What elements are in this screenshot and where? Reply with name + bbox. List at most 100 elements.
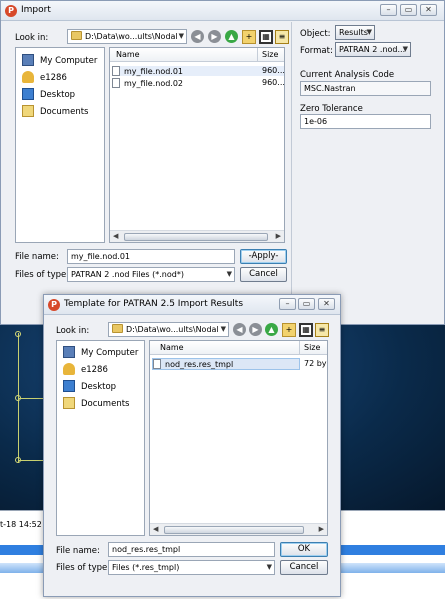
files-of-type-value: PATRAN 2 .nod Files (*.nod*) — [71, 270, 184, 279]
file-name-label: File name: — [56, 546, 100, 556]
chevron-down-icon: ▼ — [220, 325, 226, 333]
up-folder-icon[interactable]: ▲ — [265, 323, 278, 336]
new-folder-icon[interactable]: + — [282, 323, 296, 337]
apply-button[interactable]: -Apply- — [240, 249, 287, 264]
scrollbar-thumb[interactable] — [164, 526, 304, 534]
new-folder-icon[interactable]: + — [242, 30, 256, 44]
file-row[interactable]: nod_res.res_tmpl — [152, 358, 300, 370]
import-title: Import — [21, 5, 51, 15]
files-of-type-label: Files of type: — [15, 270, 70, 280]
file-list[interactable]: Name Size nod_res.res_tmpl 72 by ◀ ▶ — [149, 340, 328, 536]
object-label: Object: — [300, 29, 331, 39]
place-desktop[interactable]: Desktop — [22, 88, 75, 100]
model-edge-line — [18, 460, 43, 461]
chevron-down-icon: ▼ — [178, 32, 184, 40]
forward-icon[interactable]: ▶ — [208, 30, 221, 43]
files-of-type-value: Files (*.res_tmpl) — [112, 563, 180, 572]
analysis-code-label: Current Analysis Code — [300, 70, 395, 80]
template-title: Template for PATRAN 2.5 Import Results — [64, 299, 244, 309]
format-combo[interactable]: PATRAN 2 .nod... ▼ — [335, 42, 411, 57]
places-sidebar: My Computer e1286 Desktop Documents — [56, 340, 145, 536]
history-timestamp: t-18 14:52 — [0, 520, 42, 529]
list-view-icon[interactable]: ▦ — [259, 30, 273, 44]
model-node — [15, 331, 21, 337]
file-row[interactable]: my_file.nod.01 — [112, 66, 284, 76]
place-e1286[interactable]: e1286 — [63, 363, 108, 375]
chevron-down-icon: ▼ — [266, 563, 272, 571]
list-view-icon[interactable]: ▦ — [299, 323, 313, 337]
file-name-input[interactable]: nod_res.res_tmpl — [108, 542, 275, 557]
computer-icon — [63, 346, 75, 358]
zero-tolerance-input[interactable]: 1e-06 — [300, 114, 431, 129]
format-value: PATRAN 2 .nod... — [339, 45, 406, 54]
up-folder-icon[interactable]: ▲ — [225, 30, 238, 43]
place-my-computer[interactable]: My Computer — [63, 346, 138, 358]
file-name-label: File name: — [15, 252, 59, 262]
look-in-label: Look in: — [15, 33, 49, 43]
look-in-value: D:\Data\wo...ults\Nodal — [126, 325, 219, 334]
chevron-down-icon: ▼ — [226, 270, 232, 278]
file-icon — [112, 66, 120, 76]
file-name-input[interactable]: my_file.nod.01 — [67, 249, 235, 264]
folder-icon — [112, 324, 123, 333]
column-header-size[interactable]: Size — [300, 341, 327, 355]
import-window: P Import – ▭ ✕ Look in: D:\Data\wo...ult… — [0, 0, 445, 326]
cancel-button[interactable]: Cancel — [280, 560, 328, 575]
column-header-name[interactable]: Name — [150, 341, 300, 355]
object-combo[interactable]: Results ▼ — [335, 25, 375, 40]
patran-app-icon: P — [48, 299, 60, 311]
place-desktop[interactable]: Desktop — [63, 380, 116, 392]
import-titlebar[interactable]: P Import – ▭ ✕ — [1, 1, 444, 21]
import-options-panel — [291, 22, 292, 326]
cancel-button[interactable]: Cancel — [240, 267, 287, 282]
place-my-computer[interactable]: My Computer — [22, 54, 97, 66]
minimize-button[interactable]: – — [380, 4, 397, 16]
place-documents[interactable]: Documents — [22, 105, 88, 117]
scrollbar-thumb[interactable] — [124, 233, 268, 241]
details-view-icon[interactable]: ≡ — [275, 30, 289, 44]
back-icon[interactable]: ◀ — [191, 30, 204, 43]
maximize-button[interactable]: ▭ — [298, 298, 315, 310]
maximize-button[interactable]: ▭ — [400, 4, 417, 16]
column-header-size[interactable]: Size — [258, 48, 284, 62]
zero-tolerance-label: Zero Tolerance — [300, 104, 363, 114]
look-in-combo[interactable]: D:\Data\wo...ults\Nodal ▼ — [108, 322, 229, 337]
desktop-icon — [22, 88, 34, 100]
look-in-value: D:\Data\wo...ults\Nodal — [85, 32, 178, 41]
scroll-left-icon[interactable]: ◀ — [153, 525, 158, 533]
minimize-button[interactable]: – — [279, 298, 296, 310]
scroll-right-icon[interactable]: ▶ — [319, 525, 324, 533]
scroll-left-icon[interactable]: ◀ — [113, 232, 118, 240]
patran-app-icon: P — [5, 5, 17, 17]
file-list[interactable]: Name Size my_file.nod.01 960...te my_fil… — [109, 47, 285, 243]
look-in-combo[interactable]: D:\Data\wo...ults\Nodal ▼ — [67, 29, 187, 44]
format-label: Format: — [300, 46, 333, 56]
forward-icon[interactable]: ▶ — [249, 323, 262, 336]
template-titlebar[interactable]: P Template for PATRAN 2.5 Import Results… — [44, 295, 340, 315]
desktop-icon — [63, 380, 75, 392]
place-e1286[interactable]: e1286 — [22, 71, 67, 83]
close-button[interactable]: ✕ — [318, 298, 335, 310]
files-of-type-combo[interactable]: Files (*.res_tmpl) ▼ — [108, 560, 275, 575]
close-button[interactable]: ✕ — [420, 4, 437, 16]
template-dialog: P Template for PATRAN 2.5 Import Results… — [43, 294, 341, 597]
column-header-name[interactable]: Name — [110, 48, 258, 62]
user-icon — [22, 71, 34, 83]
place-documents[interactable]: Documents — [63, 397, 129, 409]
ok-button[interactable]: OK — [280, 542, 328, 557]
chevron-down-icon: ▼ — [366, 28, 372, 36]
horizontal-scrollbar[interactable]: ◀ ▶ — [110, 230, 284, 242]
files-of-type-combo[interactable]: PATRAN 2 .nod Files (*.nod*) ▼ — [67, 267, 235, 282]
documents-icon — [63, 397, 75, 409]
file-size: 72 by — [304, 359, 327, 368]
user-icon — [63, 363, 75, 375]
computer-icon — [22, 54, 34, 66]
folder-icon — [71, 31, 82, 40]
back-icon[interactable]: ◀ — [233, 323, 246, 336]
places-sidebar: My Computer e1286 Desktop Documents — [15, 47, 105, 243]
details-view-icon[interactable]: ≡ — [315, 323, 329, 337]
horizontal-scrollbar[interactable]: ◀ ▶ — [150, 523, 327, 535]
scroll-right-icon[interactable]: ▶ — [276, 232, 281, 240]
file-icon — [153, 359, 161, 369]
file-row[interactable]: my_file.nod.02 — [112, 78, 183, 88]
